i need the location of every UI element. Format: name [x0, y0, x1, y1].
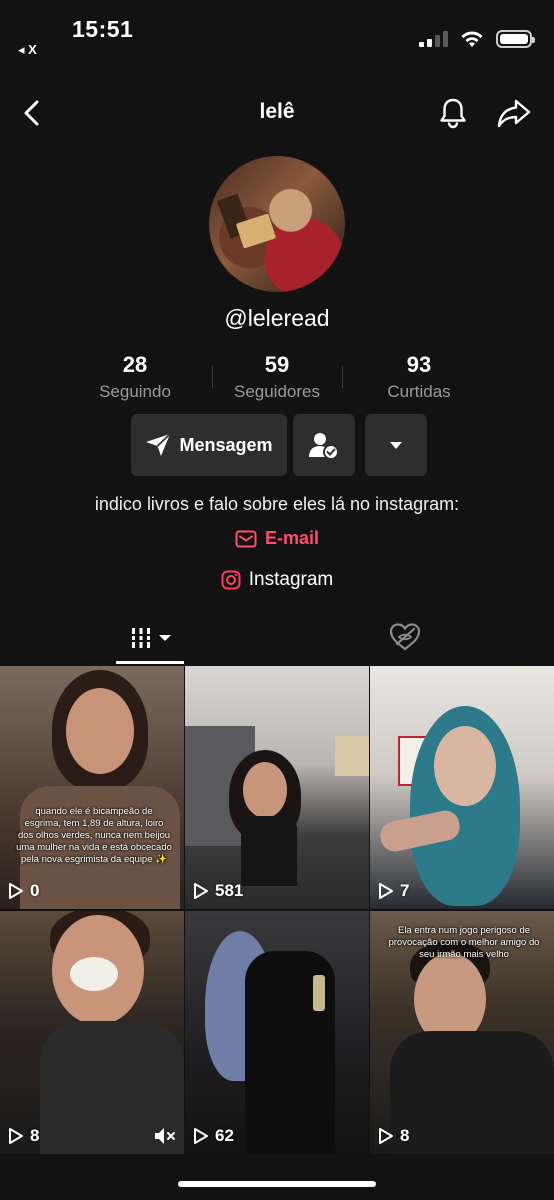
- muted-speaker-icon[interactable]: [154, 1126, 176, 1146]
- profile-username: @leleread: [224, 305, 330, 331]
- video-thumbnail[interactable]: 7: [370, 666, 554, 909]
- following-status-button[interactable]: [293, 414, 355, 476]
- video-caption: Ela entra num jogo perigoso de provocaçã…: [388, 925, 540, 960]
- video-thumbnail[interactable]: quando ele é bicampeão de esgrima, tem 1…: [0, 666, 184, 909]
- view-count-text: 7: [400, 881, 410, 900]
- wifi-icon: [461, 31, 483, 47]
- stat-value: 28: [122, 352, 148, 377]
- video-view-count: 0: [8, 881, 39, 901]
- stat-likes[interactable]: 93 Curtidas: [354, 352, 484, 402]
- profile-bio: indico livros e falo sobre eles lá no in…: [94, 494, 460, 514]
- profile-avatar[interactable]: [209, 156, 345, 292]
- send-icon: [146, 433, 172, 456]
- view-count-text: 8: [30, 1126, 40, 1145]
- video-view-count: 8: [378, 1126, 409, 1146]
- caret-down-icon: [390, 442, 402, 449]
- message-button-label: Mensagem: [179, 434, 273, 455]
- profile-display-name: lelê: [259, 100, 295, 123]
- email-link-label: E-mail: [264, 528, 320, 548]
- message-button[interactable]: Mensagem: [131, 414, 287, 476]
- profile-actions: Mensagem: [131, 414, 427, 476]
- battery-icon: [496, 30, 535, 48]
- play-outline-icon: [379, 1128, 393, 1144]
- stat-value: 93: [406, 352, 432, 377]
- email-link[interactable]: E-mail: [0, 528, 554, 549]
- stat-following[interactable]: 28 Seguindo: [70, 352, 200, 402]
- video-view-count: 8: [8, 1126, 39, 1146]
- stat-label: Seguidores: [233, 382, 320, 401]
- profile-stats: 28 Seguindo 59 Seguidores 93 Curtidas: [70, 352, 484, 402]
- play-outline-icon: [194, 883, 208, 899]
- stat-followers[interactable]: 59 Seguidores: [212, 352, 342, 402]
- bell-icon[interactable]: [436, 96, 470, 130]
- stat-divider: [342, 366, 343, 388]
- video-thumbnail[interactable]: Ela entra num jogo perigoso de provocaçã…: [370, 911, 554, 1154]
- signal-icon: [419, 31, 448, 47]
- stat-value: 59: [264, 352, 290, 377]
- grid-icon: [129, 628, 153, 648]
- video-thumbnail[interactable]: 581: [185, 666, 369, 909]
- video-thumbnail[interactable]: 62: [185, 911, 369, 1154]
- play-outline-icon: [379, 883, 393, 899]
- instagram-icon: [221, 570, 241, 590]
- liked-hidden-icon[interactable]: [388, 620, 422, 654]
- status-indicators: [419, 30, 535, 48]
- video-view-count: 581: [193, 881, 243, 901]
- share-icon[interactable]: [496, 96, 532, 130]
- view-count-text: 8: [400, 1126, 410, 1145]
- home-indicator[interactable]: [178, 1181, 376, 1187]
- video-caption: quando ele é bicampeão de esgrima, tem 1…: [16, 806, 172, 865]
- status-time: 15:51: [72, 16, 134, 42]
- video-grid: quando ele é bicampeão de esgrima, tem 1…: [0, 666, 554, 1156]
- instagram-link-label: Instagram: [248, 569, 334, 590]
- caret-down-icon: [159, 635, 171, 641]
- active-tab-indicator: [116, 661, 184, 664]
- tab-videos[interactable]: [116, 612, 184, 664]
- user-check-icon: [309, 433, 339, 459]
- play-outline-icon: [9, 883, 23, 899]
- profile-nav-bar: lelê: [0, 88, 554, 140]
- status-bar: 15:51 ◂ X: [0, 0, 554, 70]
- instagram-link[interactable]: Instagram: [0, 569, 554, 591]
- play-outline-icon: [9, 1128, 23, 1144]
- play-outline-icon: [194, 1128, 208, 1144]
- mail-icon: [235, 530, 257, 547]
- video-view-count: 7: [378, 881, 409, 901]
- profile-tabs: [0, 612, 554, 666]
- video-thumbnail[interactable]: 8: [0, 911, 184, 1154]
- stat-label: Seguindo: [99, 382, 171, 401]
- video-view-count: 62: [193, 1126, 234, 1146]
- stat-label: Curtidas: [387, 382, 451, 401]
- back-to-app-link[interactable]: ◂ X: [18, 42, 37, 58]
- view-count-text: 581: [215, 881, 244, 900]
- more-options-dropdown[interactable]: [365, 414, 427, 476]
- view-count-text: 62: [215, 1126, 234, 1145]
- view-count-text: 0: [30, 881, 40, 900]
